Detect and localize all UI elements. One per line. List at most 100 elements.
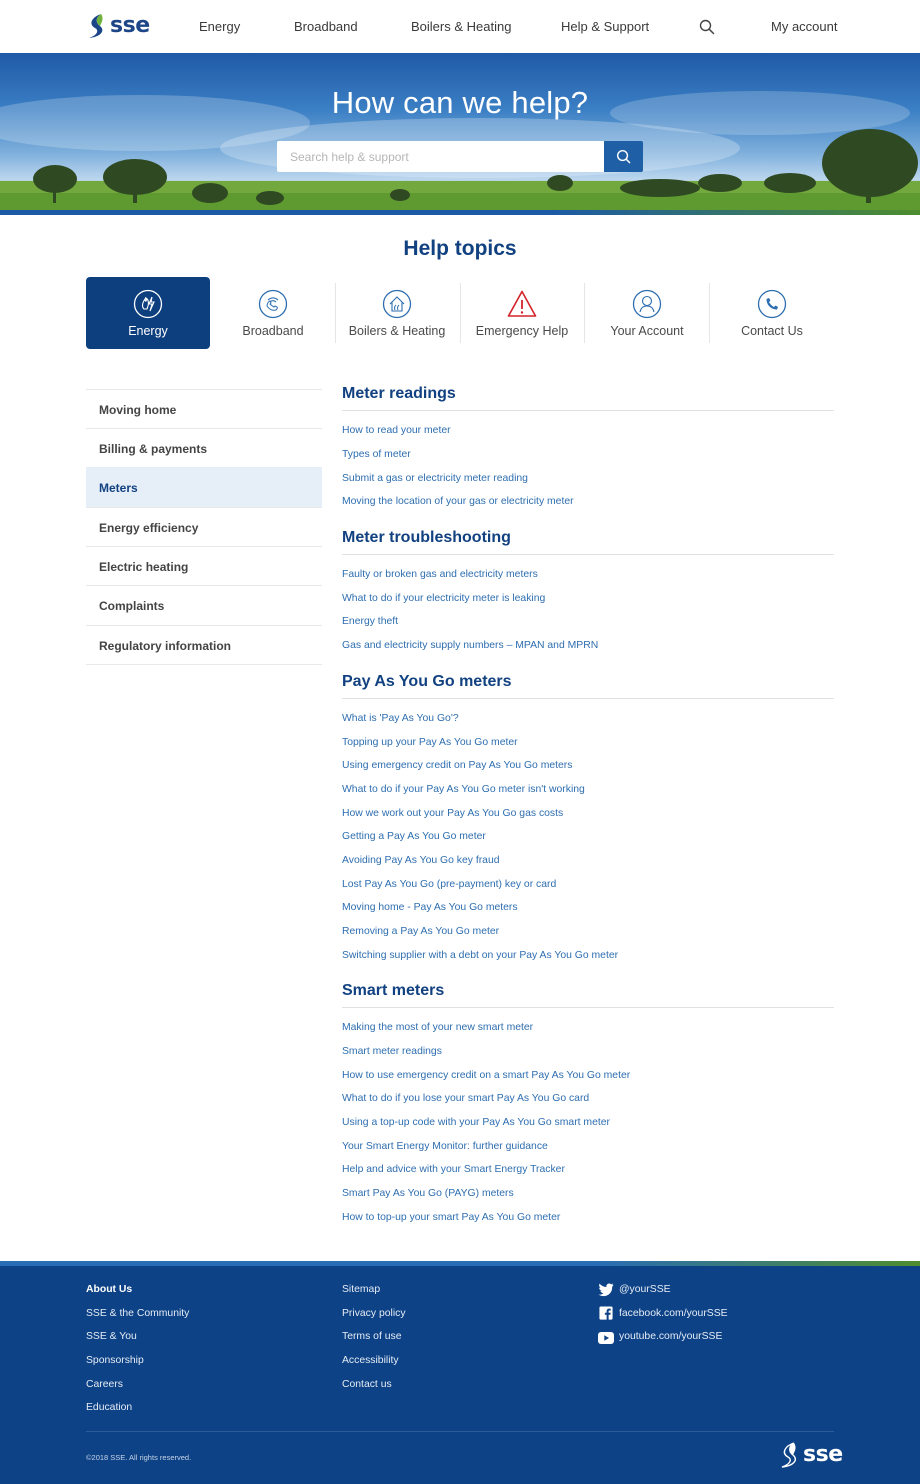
section-title-meter-readings: Meter readings bbox=[342, 385, 834, 411]
footer-link-careers[interactable]: Careers bbox=[86, 1379, 123, 1390]
footer-link-sitemap[interactable]: Sitemap bbox=[342, 1284, 380, 1295]
topic-label: Energy bbox=[128, 324, 168, 338]
topic-emergency-help[interactable]: Emergency Help bbox=[460, 277, 584, 349]
my-account-link[interactable]: My account bbox=[771, 0, 837, 53]
footer-link-sse-and-you[interactable]: SSE & You bbox=[86, 1331, 137, 1342]
footer-link-privacy-policy[interactable]: Privacy policy bbox=[342, 1308, 406, 1319]
phone-icon bbox=[757, 289, 787, 319]
section-title-smart-meters: Smart meters bbox=[342, 982, 834, 1008]
topic-broadband[interactable]: Broadband bbox=[211, 277, 335, 349]
topic-label: Contact Us bbox=[741, 324, 803, 338]
hero-bottom-strip bbox=[0, 210, 920, 215]
footer-link-sponsorship[interactable]: Sponsorship bbox=[86, 1355, 144, 1366]
nav-broadband[interactable]: Broadband bbox=[294, 0, 358, 53]
help-link[interactable]: Switching supplier with a debt on your P… bbox=[342, 950, 618, 961]
nav-boilers-heating[interactable]: Boilers & Heating bbox=[411, 0, 511, 53]
help-search-button[interactable] bbox=[604, 141, 643, 172]
footer-link-community[interactable]: SSE & the Community bbox=[86, 1308, 189, 1319]
copyright-text: ©2018 SSE. All rights reserved. bbox=[86, 1453, 192, 1462]
sse-logo-icon bbox=[89, 14, 103, 38]
help-link[interactable]: How to read your meter bbox=[342, 425, 451, 436]
footer-link-contact-us[interactable]: Contact us bbox=[342, 1379, 392, 1390]
help-topics-title: Help topics bbox=[403, 237, 517, 260]
nav-energy[interactable]: Energy bbox=[199, 0, 240, 53]
footer-sse-logo[interactable]: sse bbox=[779, 1442, 843, 1468]
sidebar-item-billing-payments[interactable]: Billing & payments bbox=[86, 428, 322, 468]
help-link[interactable]: Lost Pay As You Go (pre-payment) key or … bbox=[342, 879, 556, 890]
footer-link-terms-of-use[interactable]: Terms of use bbox=[342, 1331, 401, 1342]
footer-link-education[interactable]: Education bbox=[86, 1402, 132, 1413]
help-link[interactable]: Faulty or broken gas and electricity met… bbox=[342, 569, 538, 580]
help-link[interactable]: Smart Pay As You Go (PAYG) meters bbox=[342, 1188, 514, 1199]
topic-label: Emergency Help bbox=[475, 324, 569, 338]
user-icon bbox=[632, 289, 662, 319]
topic-your-account[interactable]: Your Account bbox=[585, 277, 709, 349]
help-link[interactable]: Removing a Pay As You Go meter bbox=[342, 926, 499, 937]
warning-icon bbox=[507, 290, 537, 317]
help-link[interactable]: How to use emergency credit on a smart P… bbox=[342, 1070, 630, 1081]
twitter-icon bbox=[598, 1283, 614, 1297]
home-heating-icon bbox=[382, 289, 412, 319]
help-link[interactable]: Moving home - Pay As You Go meters bbox=[342, 902, 518, 913]
help-search-input[interactable] bbox=[277, 141, 604, 172]
section-title-pay-as-you-go-meters: Pay As You Go meters bbox=[342, 673, 834, 699]
section-title-meter-troubleshooting: Meter troubleshooting bbox=[342, 529, 834, 555]
help-link[interactable]: Submit a gas or electricity meter readin… bbox=[342, 473, 528, 484]
sidebar-item-electric-heating[interactable]: Electric heating bbox=[86, 546, 322, 586]
footer-link-youtube[interactable]: youtube.com/yourSSE bbox=[619, 1331, 722, 1342]
help-link[interactable]: Making the most of your new smart meter bbox=[342, 1022, 533, 1033]
help-link[interactable]: What is 'Pay As You Go'? bbox=[342, 713, 459, 724]
broadband-icon bbox=[258, 289, 288, 319]
help-link[interactable]: Help and advice with your Smart Energy T… bbox=[342, 1164, 565, 1175]
help-link[interactable]: Avoiding Pay As You Go key fraud bbox=[342, 855, 500, 866]
help-link[interactable]: What to do if your Pay As You Go meter i… bbox=[342, 784, 585, 795]
help-link[interactable]: What to do if you lose your smart Pay As… bbox=[342, 1093, 589, 1104]
topic-label: Boilers & Heating bbox=[348, 324, 446, 338]
top-navigation-bar: sse Energy Broadband Boilers & Heating H… bbox=[0, 0, 920, 53]
topic-label: Broadband bbox=[242, 324, 304, 338]
hero-title: How can we help? bbox=[331, 85, 589, 120]
sidebar-item-energy-efficiency[interactable]: Energy efficiency bbox=[86, 507, 322, 547]
topic-contact-us[interactable]: Contact Us bbox=[710, 277, 834, 349]
search-icon bbox=[616, 149, 631, 164]
sidebar-item-regulatory-information[interactable]: Regulatory information bbox=[86, 625, 322, 665]
help-link[interactable]: Smart meter readings bbox=[342, 1046, 442, 1057]
energy-icon bbox=[133, 289, 163, 319]
footer-top-strip bbox=[0, 1261, 920, 1266]
help-link[interactable]: Topping up your Pay As You Go meter bbox=[342, 737, 518, 748]
nav-help-support[interactable]: Help & Support bbox=[561, 0, 649, 53]
help-link[interactable]: Moving the location of your gas or elect… bbox=[342, 496, 574, 507]
footer-link-twitter[interactable]: @yourSSE bbox=[619, 1284, 671, 1295]
sse-logo-icon bbox=[781, 1442, 797, 1468]
landscape-background bbox=[0, 91, 920, 215]
hero-banner: How can we help? bbox=[0, 53, 920, 215]
help-link[interactable]: What to do if your electricity meter is … bbox=[342, 593, 545, 604]
sidebar-item-meters[interactable]: Meters bbox=[86, 467, 322, 507]
footer-logo-text: sse bbox=[803, 1442, 843, 1467]
help-link[interactable]: Your Smart Energy Monitor: further guida… bbox=[342, 1141, 548, 1152]
sse-logo[interactable]: sse bbox=[86, 13, 150, 39]
help-link[interactable]: How to top-up your smart Pay As You Go m… bbox=[342, 1212, 560, 1223]
footer-link-about-us[interactable]: About Us bbox=[86, 1284, 132, 1295]
footer-link-facebook[interactable]: facebook.com/yourSSE bbox=[619, 1308, 728, 1319]
topic-energy[interactable]: Energy bbox=[86, 277, 210, 349]
sidebar-divider bbox=[86, 664, 322, 665]
help-link[interactable]: Types of meter bbox=[342, 449, 411, 460]
help-link[interactable]: Using a top-up code with your Pay As You… bbox=[342, 1117, 610, 1128]
sidebar-item-complaints[interactable]: Complaints bbox=[86, 585, 322, 625]
topic-boilers-heating[interactable]: Boilers & Heating bbox=[335, 277, 459, 349]
logo-text: sse bbox=[110, 13, 150, 38]
help-link[interactable]: Energy theft bbox=[342, 616, 398, 627]
facebook-icon bbox=[599, 1306, 613, 1320]
help-link[interactable]: Getting a Pay As You Go meter bbox=[342, 831, 486, 842]
search-icon[interactable] bbox=[699, 19, 715, 35]
help-link[interactable]: Gas and electricity supply numbers – MPA… bbox=[342, 640, 598, 651]
footer-divider bbox=[86, 1431, 834, 1432]
site-footer: About Us SSE & the Community SSE & You S… bbox=[0, 1261, 920, 1484]
help-link[interactable]: Using emergency credit on Pay As You Go … bbox=[342, 760, 572, 771]
youtube-icon bbox=[598, 1332, 614, 1344]
sidebar-item-moving-home[interactable]: Moving home bbox=[86, 389, 322, 429]
footer-link-accessibility[interactable]: Accessibility bbox=[342, 1355, 399, 1366]
help-link[interactable]: How we work out your Pay As You Go gas c… bbox=[342, 808, 563, 819]
topic-label: Your Account bbox=[610, 324, 684, 338]
